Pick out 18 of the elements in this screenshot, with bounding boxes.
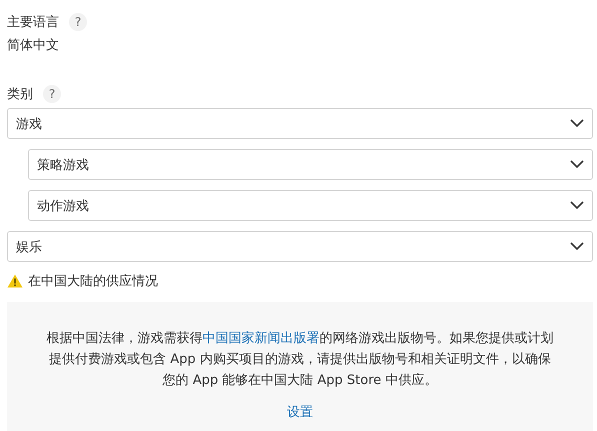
- warning-icon: [7, 274, 23, 288]
- chevron-down-icon: [570, 201, 584, 210]
- help-button[interactable]: ?: [69, 13, 87, 31]
- category-select[interactable]: 娱乐: [7, 231, 593, 262]
- language-value: 简体中文: [7, 37, 60, 54]
- section-title: 在中国大陆的供应情况: [28, 273, 158, 290]
- chevron-down-icon: [570, 119, 584, 128]
- help-button[interactable]: ?: [43, 85, 61, 103]
- subcategory-select[interactable]: 策略游戏: [28, 149, 593, 180]
- publisher-link[interactable]: 中国国家新闻出版署: [202, 331, 320, 346]
- category-select[interactable]: 游戏: [7, 108, 593, 139]
- subcategory-select[interactable]: 动作游戏: [28, 190, 593, 221]
- chevron-down-icon: [570, 242, 584, 251]
- chevron-down-icon: [570, 160, 584, 169]
- field-label: 类别: [7, 86, 33, 103]
- field-label: 主要语言: [7, 14, 59, 31]
- notice-text: 根据中国法律，游戏需获得中国国家新闻出版署的网络游戏出版物号。如果您提供或计划提供付费游戏或包含 App 内购买项目的游戏，请提供出版物号和相关证明文件，以确保您的 App 能够在中国大陆 App Store 中供应。: [46, 330, 554, 390]
- settings-link[interactable]: 设置: [287, 403, 313, 421]
